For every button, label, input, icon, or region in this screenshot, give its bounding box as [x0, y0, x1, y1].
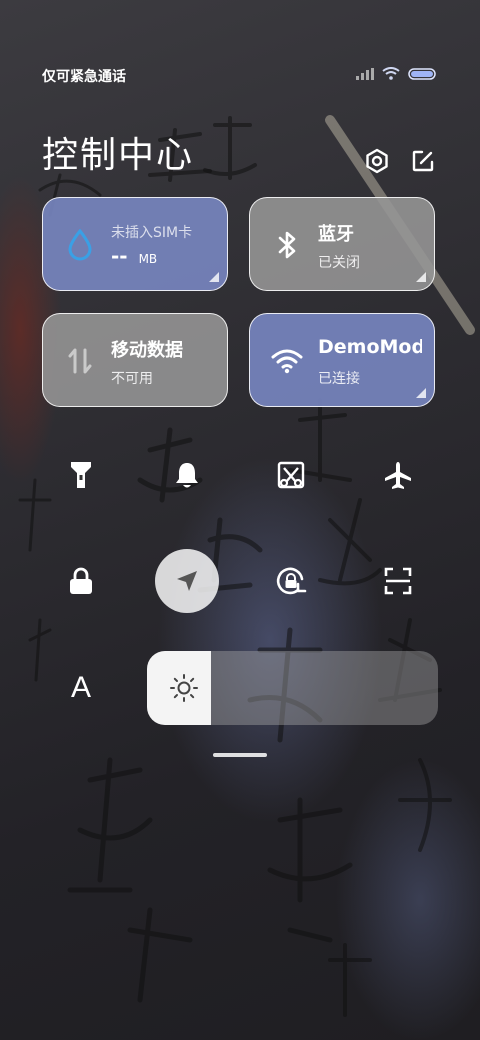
data-usage-tile[interactable]: 未插入SIM卡 -- MB: [42, 197, 228, 291]
wifi-tile[interactable]: DemoMod 已连接: [249, 313, 435, 407]
settings-button[interactable]: [362, 146, 392, 176]
airplane-toggle[interactable]: [366, 443, 430, 507]
mobile-data-icon: [63, 344, 97, 378]
mobile-data-label: 移动数据: [111, 340, 183, 361]
flashlight-icon: [71, 462, 91, 488]
data-usage-unit: MB: [138, 252, 158, 266]
brightness-slider[interactable]: [147, 651, 438, 725]
sim-status-text: 未插入SIM卡: [111, 225, 193, 241]
location-toggle[interactable]: [155, 549, 219, 613]
bell-icon: [176, 463, 198, 488]
flashlight-toggle[interactable]: [49, 443, 113, 507]
scanner-toggle[interactable]: [366, 549, 430, 613]
status-icons: [356, 67, 436, 80]
scan-icon: [384, 567, 412, 595]
expand-corner-icon: [416, 388, 426, 398]
bluetooth-tile[interactable]: 蓝牙 已关闭: [249, 197, 435, 291]
bluetooth-label: 蓝牙: [318, 224, 354, 245]
mobile-data-status: 不可用: [111, 371, 153, 387]
battery-icon: [408, 67, 436, 80]
rotation-lock-icon: [276, 567, 307, 595]
brightness-icon: [170, 674, 198, 702]
water-drop-icon: [63, 228, 97, 262]
edit-button[interactable]: [408, 146, 438, 176]
mobile-data-tile[interactable]: 移动数据 不可用: [42, 313, 228, 407]
location-arrow-icon: [177, 571, 197, 591]
drawer-handle[interactable]: [213, 753, 267, 757]
wifi-icon: [382, 67, 400, 80]
expand-corner-icon: [209, 272, 219, 282]
bluetooth-icon: [270, 228, 304, 262]
rotation-lock-toggle[interactable]: [259, 549, 323, 613]
font-a-icon: A: [70, 671, 91, 704]
wifi-status: 已连接: [318, 371, 360, 387]
page-title: 控制中心: [42, 135, 195, 176]
data-usage-number: --: [111, 244, 135, 268]
carrier-text: 仅可紧急通话: [42, 69, 126, 85]
scissors-icon: [277, 461, 305, 489]
lock-icon: [70, 567, 92, 594]
screen-lock-toggle[interactable]: [49, 549, 113, 613]
wifi-network-name: DemoMod: [318, 336, 422, 358]
screenshot-toggle[interactable]: [259, 443, 323, 507]
gear-icon: [366, 148, 388, 174]
bluetooth-status: 已关闭: [318, 255, 360, 271]
reading-mode-button[interactable]: A: [49, 656, 113, 720]
signal-icon: [356, 67, 374, 80]
expand-corner-icon: [416, 272, 426, 282]
airplane-icon: [385, 462, 411, 489]
data-usage-value: -- MB: [111, 244, 157, 268]
edit-icon: [412, 150, 434, 172]
wifi-icon: [270, 344, 304, 378]
ring-toggle[interactable]: [155, 443, 219, 507]
